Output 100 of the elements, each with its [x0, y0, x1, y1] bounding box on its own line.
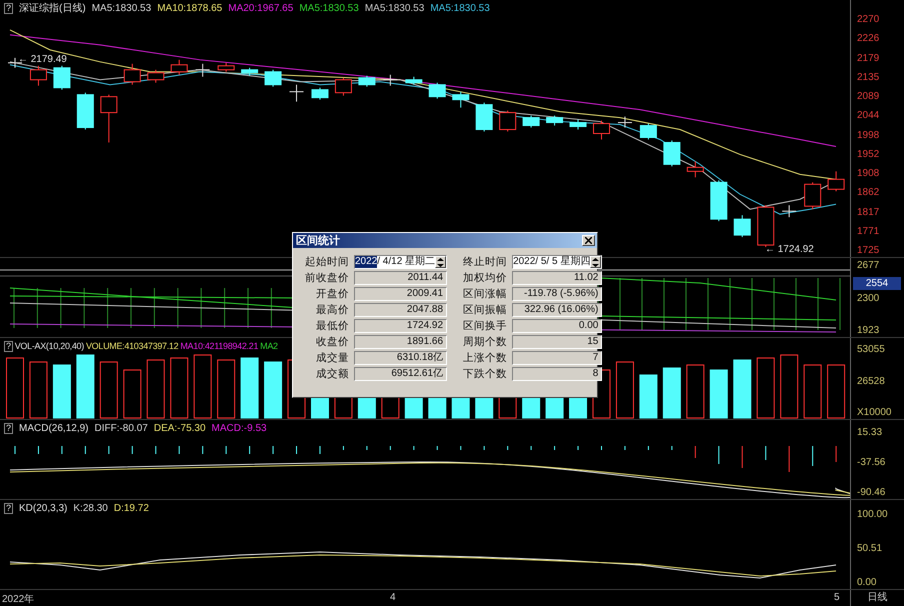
field-label: 开盘价: [315, 287, 349, 301]
candlestick: [124, 63, 141, 86]
axis-label: 1998: [857, 130, 880, 142]
field-label: 上涨个数: [462, 351, 508, 365]
field-label: 终止时间: [462, 255, 508, 269]
volume-bar: [217, 360, 236, 418]
candlestick: [334, 77, 352, 96]
axis-label: 2677: [857, 260, 880, 272]
panel-title: MACD(26,12,9): [19, 422, 88, 434]
panel-title: VOL-AX(10,20,40): [14, 341, 84, 351]
volume-bar: [194, 354, 212, 418]
axis-label: 26528: [857, 376, 886, 388]
candlestick: [264, 69, 282, 88]
candlestick: [311, 87, 328, 100]
axis-label: -37.56: [857, 457, 886, 469]
panel-title: 深证综指(日线): [19, 2, 86, 15]
date-field[interactable]: 2022/ 4/12 星期二: [354, 255, 448, 269]
candlestick: [686, 160, 704, 178]
indicator-value: MA10:421198942.21: [180, 341, 258, 351]
volume-bar: [686, 364, 704, 418]
indicator-value: DIFF:-80.07: [94, 422, 148, 434]
spin-arrows-icon: [437, 258, 444, 266]
indicator-value: MA5:1830.53: [92, 2, 152, 14]
field-label: 起始时间: [304, 255, 349, 269]
field-label: 最高价: [315, 303, 349, 317]
volume-bar: [639, 374, 658, 418]
axis-label: 15.33: [857, 427, 884, 439]
indicator-value: K:28.30: [73, 502, 108, 514]
help-mark[interactable]: ?: [4, 422, 14, 434]
field-label: 区间振幅: [462, 303, 508, 317]
candlestick: [570, 119, 587, 130]
axis-label: 1952: [857, 148, 880, 161]
axis-label: 2270: [857, 14, 880, 26]
volume-bar: [123, 370, 142, 418]
candlestick: [804, 182, 822, 210]
field-label: 前收盘价: [304, 271, 349, 285]
volume-bar: [240, 358, 259, 418]
value-field: 6310.18亿: [354, 351, 448, 365]
volume-bar: [264, 362, 282, 418]
candlestick: [218, 62, 235, 72]
help-mark[interactable]: ?: [4, 2, 14, 14]
field-label: 周期个数: [462, 335, 508, 349]
candlestick: [53, 65, 70, 90]
candlestick: [405, 76, 422, 86]
volume-bar: [616, 362, 634, 418]
candlestick: [382, 74, 398, 86]
axis-label: 1817: [857, 206, 880, 218]
candlestick: [241, 67, 258, 76]
indicator-value: MA5:1830.53: [299, 2, 359, 14]
volume-bar: [76, 354, 94, 418]
field-label: 加权均价: [462, 271, 508, 285]
indicator-value: MACD:-9.53: [212, 422, 267, 434]
field-label: 下跌个数: [462, 367, 508, 381]
volume-bar: [52, 364, 71, 418]
candlestick: [640, 123, 657, 140]
indicator-value: MA5:1830.53: [430, 2, 490, 14]
axis-label: 1771: [857, 226, 880, 238]
date-field[interactable]: 2022/ 5/ 5 星期四: [512, 255, 602, 269]
axis-label: 2226: [857, 33, 880, 46]
value-field: 15: [512, 335, 602, 349]
candlestick: [289, 84, 304, 102]
candlestick: [757, 204, 774, 248]
dialog-title: 区间统计: [296, 234, 340, 248]
value-field: 11.02: [512, 271, 602, 285]
axis-label: 2089: [857, 91, 880, 103]
field-label: 成交额: [315, 367, 349, 381]
value-field: 1724.92: [354, 319, 448, 333]
value-field: 69512.61亿: [354, 367, 448, 381]
help-mark[interactable]: ?: [4, 340, 13, 352]
value-field: 0.00: [512, 319, 602, 333]
candlestick: [522, 115, 540, 128]
price-annotation: ← 1724.92: [765, 244, 814, 256]
value-field: 322.96 (16.06%): [512, 303, 602, 317]
candlestick: [617, 116, 632, 128]
axis-label: 0.00: [857, 577, 878, 589]
candlestick: [170, 59, 188, 76]
help-mark[interactable]: ?: [4, 502, 14, 514]
candlestick: [734, 214, 751, 238]
indicator-value: MA2: [260, 341, 278, 351]
candlestick: [828, 170, 845, 192]
volume-bar: [170, 358, 188, 418]
current-value-badge: 2554: [853, 277, 901, 290]
value-field: 2009.41: [354, 287, 448, 301]
indicator-value: D:19.72: [114, 502, 149, 514]
indicator-value: MA5:1830.53: [364, 2, 424, 14]
close-button[interactable]: [582, 235, 595, 246]
indicator-value: MA20:1967.65: [228, 2, 294, 14]
indicator-value: DEA:-75.30: [154, 422, 206, 434]
candlestick: [76, 92, 94, 130]
spin-button[interactable]: [590, 256, 602, 268]
candlestick: [476, 102, 493, 132]
volume-bar: [733, 360, 752, 418]
axis-label: 2044: [857, 110, 880, 122]
field-label: 区间换手: [462, 319, 508, 333]
axis-label: 2179: [857, 52, 880, 64]
axis-label: X10000: [857, 407, 892, 419]
spin-button[interactable]: [435, 256, 446, 268]
axis-label: 100.00: [857, 509, 889, 521]
time-label: 2022年: [2, 593, 34, 606]
candlestick: [452, 91, 470, 108]
